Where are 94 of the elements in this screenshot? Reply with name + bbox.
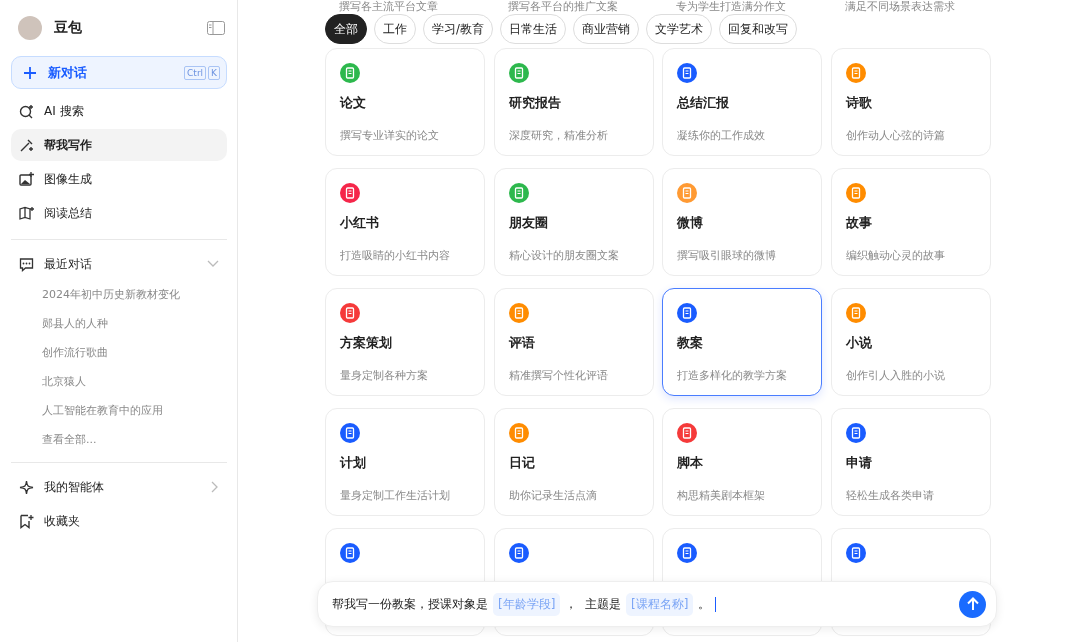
prompt-text: 帮我写一份教案，授课对象是	[332, 595, 488, 613]
card-title: 微博	[677, 214, 704, 232]
recent-chat-item[interactable]: 创作流行歌曲	[11, 338, 227, 367]
recent-chat-item[interactable]: 人工智能在教育中的应用	[11, 396, 227, 425]
card-description: 深度研究，精准分析	[508, 128, 609, 143]
prompt-text: 。	[698, 595, 711, 613]
template-card[interactable]: 小说 创作引人入胜的小说	[830, 288, 991, 396]
sidebar-toggle-icon[interactable]	[207, 21, 225, 35]
plus-icon	[24, 66, 36, 79]
card-title: 计划	[340, 454, 367, 472]
card-title: 日记	[508, 454, 536, 472]
filter-tab[interactable]: 商业营销	[572, 14, 639, 44]
nav-item[interactable]: 帮我写作	[11, 129, 227, 161]
card-description: 构思精美剧本框架	[677, 488, 766, 503]
card-title: 小红书	[340, 214, 380, 232]
card-description: 满足不同场景表达需求	[844, 0, 956, 13]
search-icon	[19, 103, 34, 119]
card-description: 撰写专业详实的论文	[340, 128, 440, 143]
shortcut-key: K	[208, 65, 220, 80]
card-description: 撰写吸引眼球的微博	[677, 248, 777, 263]
my-agents-item[interactable]: 我的智能体	[11, 471, 227, 503]
nav-item[interactable]: AI 搜索	[11, 95, 227, 127]
card-title: 朋友圈	[508, 214, 549, 232]
nav-item[interactable]: 阅读总结	[11, 197, 227, 229]
template-card[interactable]: 诗歌 创作动人心弦的诗篇	[830, 48, 991, 156]
prompt-text: ， 主题是	[565, 595, 621, 613]
card-description: 编织触动心灵的故事	[845, 248, 946, 263]
card-description: 精心设计的朋友圈文案	[508, 248, 620, 263]
template-card[interactable]: 脚本 构思精美剧本框架	[662, 408, 822, 516]
template-card[interactable]: 微博 撰写吸引眼球的微博	[662, 168, 822, 276]
template-card[interactable]: 方案策划 量身定制各种方案	[325, 288, 485, 396]
nav-item[interactable]: 图像生成	[11, 163, 227, 195]
card-description: 量身定制各种方案	[340, 368, 429, 383]
card-title: 申请	[845, 454, 873, 472]
template-card[interactable]: 申请 轻松生成各类申请	[830, 408, 991, 516]
image-icon	[19, 171, 34, 187]
template-card[interactable]: 朋友圈 精心设计的朋友圈文案	[493, 168, 654, 276]
recent-chat-item[interactable]: 2024年初中历史新教材变化	[11, 280, 227, 309]
arrow-up-icon	[965, 597, 980, 611]
chat-icon	[19, 256, 34, 272]
send-button[interactable]	[959, 590, 986, 618]
card-description: 量身定制工作生活计划	[340, 488, 451, 503]
filter-tab[interactable]: 全部	[325, 14, 367, 44]
card-description: 精准撰写个性化评语	[508, 368, 609, 383]
book-icon	[19, 205, 34, 221]
favorites-item[interactable]: 收藏夹	[11, 505, 227, 537]
sparkle-icon	[19, 479, 34, 495]
card-description: 创作动人心弦的诗篇	[845, 128, 946, 143]
card-title: 研究报告	[508, 94, 562, 112]
recent-chat-item[interactable]: 北京猿人	[11, 367, 227, 396]
shortcut-key: Ctrl	[184, 65, 207, 80]
filter-tab[interactable]: 文学艺术	[645, 14, 712, 44]
card-description: 撰写各主流平台文章	[339, 0, 439, 13]
template-card[interactable]: 评语 精准撰写个性化评语	[493, 288, 654, 396]
card-title: 脚本	[677, 454, 704, 472]
template-card[interactable]: 论文 撰写专业详实的论文	[325, 48, 485, 156]
pen-icon	[19, 137, 34, 153]
template-card[interactable]: 教案 打造多样化的教学方案	[662, 288, 822, 396]
chevron-icon	[207, 260, 219, 268]
app-title: 豆包	[54, 19, 83, 37]
template-card[interactable]: 故事 编织触动心灵的故事	[830, 168, 991, 276]
card-title: 诗歌	[845, 94, 873, 112]
recent-chats-header[interactable]: 最近对话	[11, 248, 227, 280]
card-description: 打造多样化的教学方案	[677, 368, 788, 383]
template-card[interactable]: 小红书 打造吸睛的小红书内容	[325, 168, 485, 276]
filter-tab[interactable]: 工作	[374, 14, 416, 44]
card-description: 打造吸睛的小红书内容	[340, 248, 451, 263]
card-description: 助你记录生活点滴	[508, 488, 598, 503]
new-chat-button[interactable]: 新对话 Ctrl K	[11, 56, 227, 89]
recent-chat-item[interactable]: 查看全部...	[11, 425, 227, 454]
card-description: 创作引人入胜的小说	[845, 368, 946, 383]
filter-tab[interactable]: 回复和改写	[718, 14, 797, 44]
filter-tab[interactable]: 日常生活	[499, 14, 566, 44]
card-title: 故事	[845, 214, 873, 232]
template-card[interactable]: 日记 助你记录生活点滴	[493, 408, 654, 516]
card-description: 撰写各平台的推广文案	[507, 0, 619, 13]
card-description: 专为学生打造满分作文	[676, 0, 787, 13]
bookmark-icon	[19, 513, 34, 529]
card-title: 评语	[508, 334, 536, 352]
template-card[interactable]: 研究报告 深度研究，精准分析	[493, 48, 654, 156]
card-title: 总结汇报	[677, 94, 730, 112]
card-title: 教案	[677, 334, 704, 352]
card-description: 凝练你的工作成效	[677, 128, 766, 143]
card-title: 小说	[845, 334, 873, 352]
prompt-input[interactable]: 帮我写一份教案，授课对象是 [年龄学段] ， 主题是 [课程名称] 。	[317, 581, 997, 627]
template-card[interactable]: 总结汇报 凝练你的工作成效	[662, 48, 822, 156]
chevron-right-icon	[211, 481, 219, 493]
avatar[interactable]	[18, 16, 42, 40]
card-description: 轻松生成各类申请	[845, 488, 935, 503]
card-title: 论文	[340, 94, 367, 112]
recent-chat-item[interactable]: 郧县人的人种	[11, 309, 227, 338]
filter-tab[interactable]: 学习/教育	[423, 14, 493, 44]
card-title: 方案策划	[340, 334, 393, 352]
template-card[interactable]: 计划 量身定制工作生活计划	[325, 408, 485, 516]
